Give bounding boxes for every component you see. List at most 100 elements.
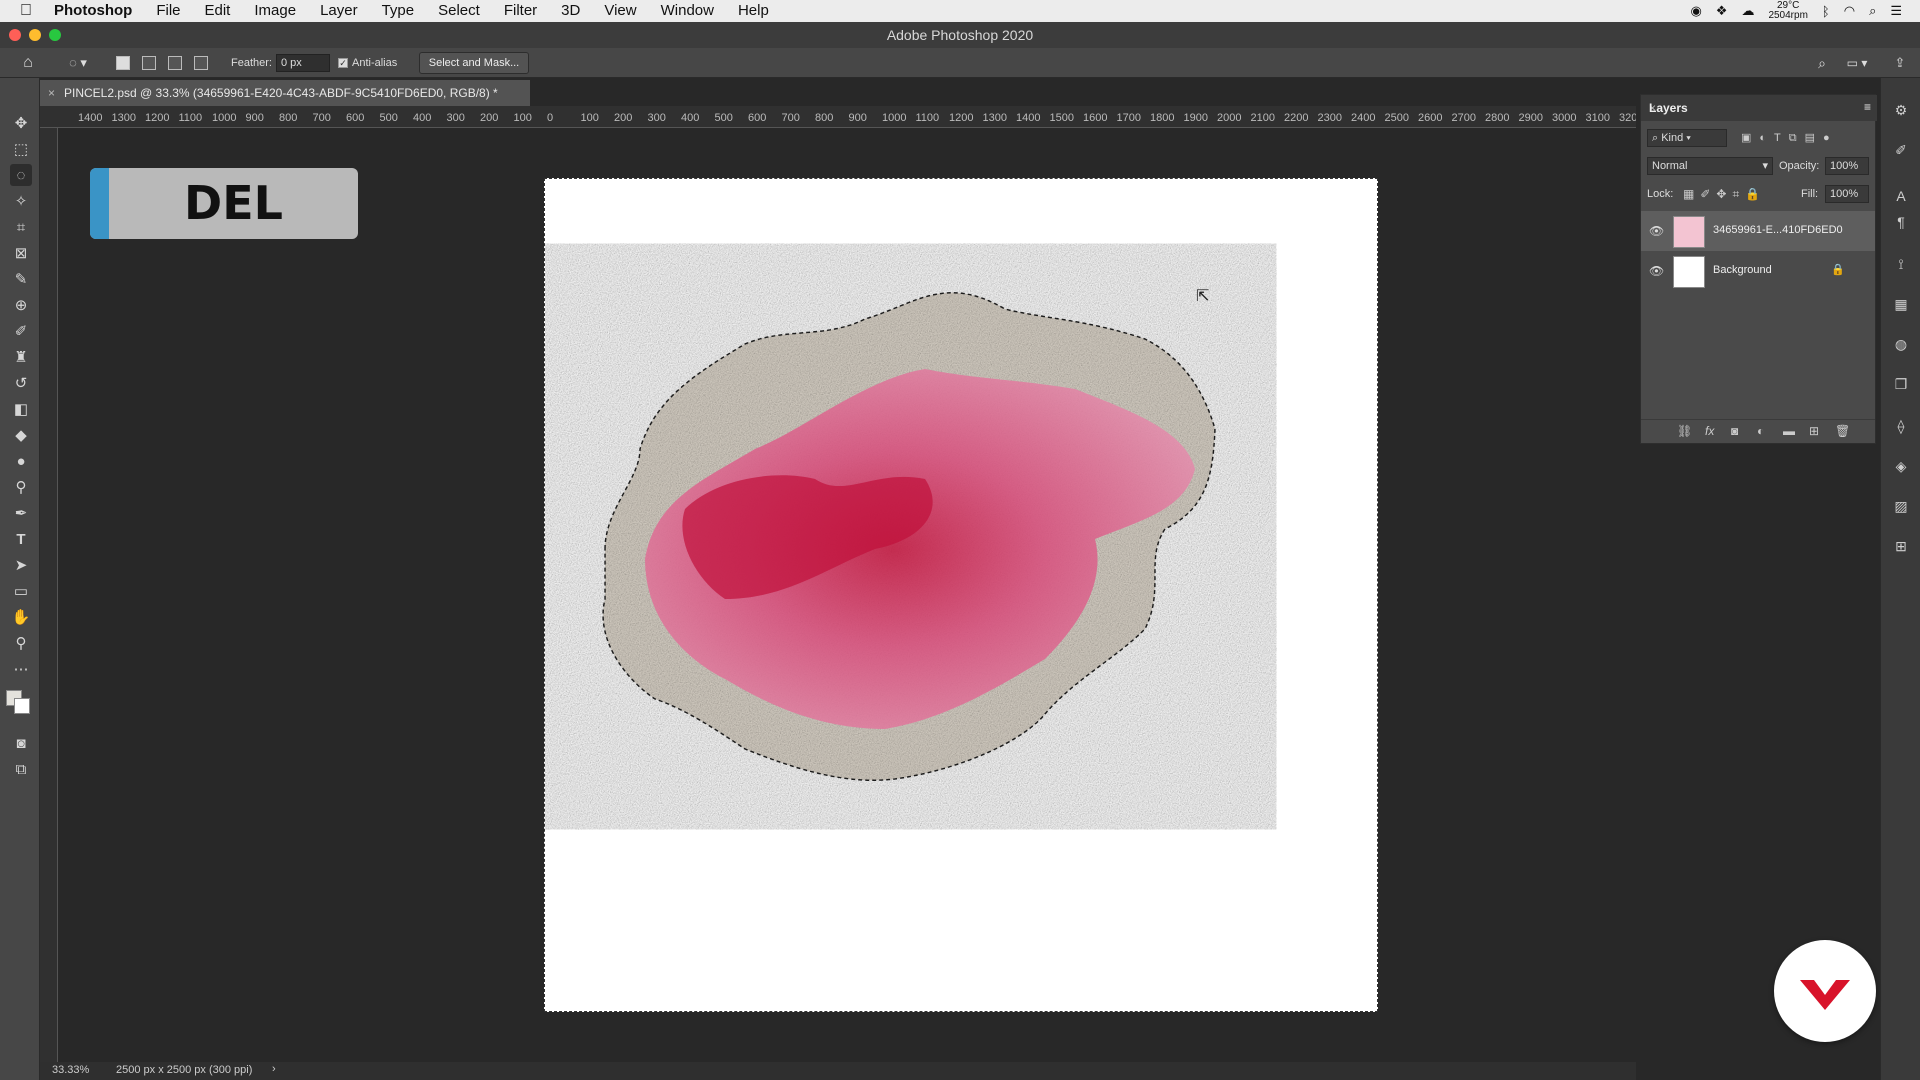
brush-settings-icon[interactable]: ✐ (1891, 140, 1911, 160)
new-layer-icon[interactable]: ⊞ (1809, 424, 1819, 438)
menu-file[interactable]: File (144, 0, 192, 22)
filter-kind-select[interactable]: ⌕ Kind ▾ (1647, 129, 1727, 147)
blur-tool-icon[interactable]: ● (10, 450, 32, 472)
antialias-option[interactable]: ✓ Anti-alias (338, 57, 397, 69)
opacity-input[interactable]: 100% (1825, 157, 1869, 175)
gradients-icon[interactable]: ▨ (1891, 496, 1911, 516)
document-canvas[interactable] (544, 178, 1378, 1012)
navigator-icon[interactable]: ⟟ (1891, 254, 1911, 274)
brush-tool-icon[interactable]: ✐ (10, 320, 32, 342)
dropbox-icon[interactable]: ❖ (1716, 3, 1728, 19)
magic-wand-tool-icon[interactable]: ✧ (10, 190, 32, 212)
layer-name[interactable]: 34659961-E...410FD6ED0 (1713, 224, 1843, 236)
properties-icon[interactable]: ⚙ (1891, 100, 1911, 120)
menu-app-name[interactable]: Photoshop (42, 0, 144, 22)
adjustments-icon[interactable]: ◍ (1891, 334, 1911, 354)
panel-menu-icon[interactable]: ≡ (1864, 100, 1871, 114)
blend-mode-select[interactable]: Normal ▾ (1647, 157, 1773, 175)
bluetooth-icon[interactable]: ᛒ (1822, 4, 1830, 19)
eye-icon[interactable]: 👁 (1649, 264, 1664, 278)
paint-bucket-tool-icon[interactable]: ◆ (10, 424, 32, 446)
lock-icons[interactable]: ▦✐✥⌗🔒 (1683, 187, 1766, 202)
dodge-tool-icon[interactable]: ⚲ (10, 476, 32, 498)
add-selection-button[interactable] (140, 53, 158, 73)
move-tool-icon[interactable]: ✥ (10, 112, 32, 134)
crop-tool-icon[interactable]: ⌗ (10, 216, 32, 238)
frame-tool-icon[interactable]: ⊠ (10, 242, 32, 264)
zoom-window-button[interactable] (49, 29, 61, 41)
weather-widget[interactable]: 29°C 2504rpm (1768, 1, 1807, 21)
path-selection-tool-icon[interactable]: ➤ (10, 554, 32, 576)
layer-name[interactable]: Background (1713, 264, 1772, 276)
minimize-window-button[interactable] (29, 29, 41, 41)
screen-mode-icon[interactable]: ⧉ (10, 758, 32, 780)
wifi-icon[interactable]: ◠ (1844, 3, 1855, 19)
share-icon[interactable]: ⇪ (1890, 53, 1910, 73)
layer-row[interactable]: 👁 34659961-E...410FD6ED0 (1641, 211, 1875, 251)
apple-menu-icon[interactable]:  (0, 2, 42, 20)
menu-image[interactable]: Image (242, 0, 308, 22)
swatches-icon[interactable]: ▦ (1891, 294, 1911, 314)
pen-tool-icon[interactable]: ✒ (10, 502, 32, 524)
lasso-tool-icon[interactable]: ◌ (10, 164, 32, 186)
history-brush-tool-icon[interactable]: ↺ (10, 372, 32, 394)
new-selection-button[interactable] (114, 53, 132, 73)
status-menu-arrow[interactable]: › (272, 1063, 276, 1075)
control-center-icon[interactable]: ☰ (1890, 3, 1902, 19)
channels-icon[interactable]: ◈ (1891, 456, 1911, 476)
zoom-tool-icon[interactable]: ⚲ (10, 632, 32, 654)
home-icon[interactable]: ⌂ (14, 53, 42, 73)
clone-stamp-tool-icon[interactable]: ♜ (10, 346, 32, 368)
workspace-switcher-icon[interactable]: ▭ ▾ (1842, 53, 1872, 73)
paths-icon[interactable]: ⟠ (1891, 416, 1911, 436)
menu-3d[interactable]: 3D (549, 0, 592, 22)
eraser-tool-icon[interactable]: ◧ (10, 398, 32, 420)
zoom-level[interactable]: 33.33% (52, 1064, 89, 1076)
filter-icons[interactable]: ▣◐T⧉▤● (1741, 131, 1838, 145)
link-layers-icon[interactable]: ⛓ (1677, 424, 1692, 438)
lock-icon[interactable]: 🔒 (1831, 263, 1845, 276)
layers-tab[interactable]: Layers (1649, 101, 1688, 115)
fill-input[interactable]: 100% (1825, 185, 1869, 203)
menu-layer[interactable]: Layer (308, 0, 370, 22)
menu-window[interactable]: Window (649, 0, 726, 22)
hand-tool-icon[interactable]: ✋ (10, 606, 32, 628)
layer-row[interactable]: 👁 Background 🔒 (1641, 251, 1875, 291)
healing-brush-tool-icon[interactable]: ⊕ (10, 294, 32, 316)
menu-select[interactable]: Select (426, 0, 492, 22)
color-swatches[interactable] (6, 686, 32, 722)
lasso-tool-preset-icon[interactable]: ◌ ▾ (60, 53, 96, 73)
adjustment-layer-icon[interactable]: ◐ (1757, 424, 1764, 438)
close-tab-icon[interactable]: × (48, 80, 55, 106)
cloud-icon[interactable]: ☁ (1741, 3, 1754, 19)
subtract-selection-button[interactable] (166, 53, 184, 73)
quick-mask-icon[interactable]: ◙ (10, 732, 32, 754)
fx-icon[interactable]: fx (1705, 424, 1714, 438)
rectangle-tool-icon[interactable]: ▭ (10, 580, 32, 602)
menu-help[interactable]: Help (726, 0, 781, 22)
new-group-icon[interactable]: ▬ (1783, 424, 1795, 438)
marquee-tool-icon[interactable]: ⬚ (10, 138, 32, 160)
background-color-icon[interactable] (14, 698, 30, 714)
menu-view[interactable]: View (592, 0, 648, 22)
menu-filter[interactable]: Filter (492, 0, 549, 22)
search-icon[interactable]: ⌕ (1869, 3, 1876, 19)
document-tab[interactable]: × PINCEL2.psd @ 33.3% (34659961-E420-4C4… (40, 80, 530, 106)
libraries-icon[interactable]: ❐ (1891, 374, 1911, 394)
menu-type[interactable]: Type (370, 0, 427, 22)
eyedropper-tool-icon[interactable]: ✎ (10, 268, 32, 290)
add-mask-icon[interactable]: ◙ (1731, 424, 1738, 438)
character-icon[interactable]: A (1891, 186, 1911, 206)
delete-layer-icon[interactable]: 🗑 (1835, 424, 1850, 438)
type-tool-icon[interactable]: T (10, 528, 32, 550)
search-icon[interactable]: ⌕ (1812, 53, 1832, 73)
select-and-mask-button[interactable]: Select and Mask... (419, 52, 529, 74)
close-window-button[interactable] (9, 29, 21, 41)
more-tools-icon[interactable]: ⋯ (10, 658, 32, 680)
menu-edit[interactable]: Edit (193, 0, 243, 22)
feather-input[interactable] (276, 54, 330, 72)
antialias-checkbox[interactable]: ✓ (338, 58, 348, 68)
record-icon[interactable]: ◉ (1690, 3, 1701, 19)
eye-icon[interactable]: 👁 (1649, 224, 1664, 238)
paragraph-icon[interactable]: ¶ (1891, 212, 1911, 232)
